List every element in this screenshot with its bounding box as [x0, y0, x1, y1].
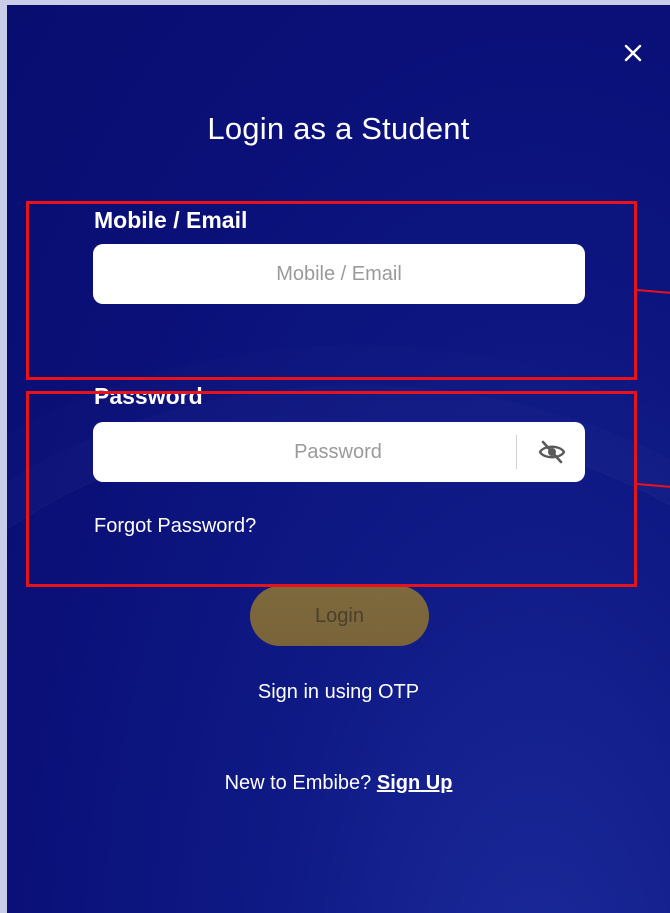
sign-up-link[interactable]: Sign Up [377, 772, 453, 794]
annotation-box-mobile [26, 201, 637, 380]
signup-prompt: New to Embibe? Sign Up [7, 772, 670, 795]
close-button[interactable] [621, 41, 645, 65]
modal-title: Login as a Student [207, 111, 470, 146]
login-button[interactable]: Login [250, 586, 429, 646]
close-icon [624, 44, 642, 62]
sign-in-otp-link[interactable]: Sign in using OTP [7, 681, 670, 704]
annotation-box-password [26, 391, 637, 587]
new-user-text: New to Embibe? [224, 772, 372, 794]
